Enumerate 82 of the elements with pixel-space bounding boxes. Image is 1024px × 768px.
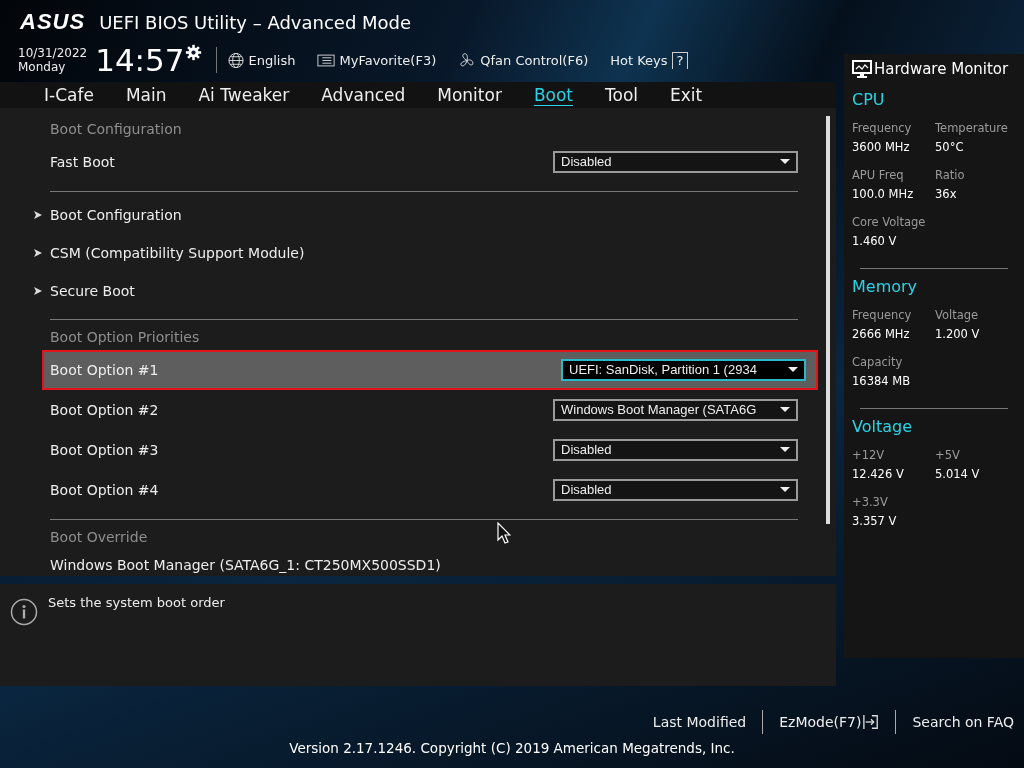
metric-label: +3.3V [852,495,889,509]
dropdown-field[interactable]: Disabled [553,478,798,501]
metric-label: Capacity [852,355,904,369]
selected-setting-row[interactable]: Boot Option #1 UEFI: SanDisk, Partition 1 (2934 [42,349,818,390]
caret-icon [780,446,790,453]
setting-row[interactable]: Boot Configuration [0,195,818,234]
footer-link[interactable]: Last Modified [652,714,747,730]
menu-tab[interactable]: Ai Tweaker [182,84,306,105]
scrollbar[interactable] [826,115,830,524]
metric-value: 1.460 V [852,234,898,248]
menu-tab[interactable]: Main [109,84,183,105]
metric-label: Temperature [935,121,1009,135]
caret-icon [788,366,798,373]
metric-value: 5.014 V [935,467,981,481]
metric-label: +12V [852,448,886,462]
dropdown-field[interactable]: Disabled [553,150,798,173]
arrow-icon [34,286,42,295]
menu-tab[interactable]: I-Cafe [28,84,110,105]
version-text: Version 2.17.1246. Copyright (C) 2019 American Megatrends, Inc. [289,740,735,756]
date-text: 10/31/2022 [18,46,88,60]
section-heading: Boot Option Priorities [50,327,200,347]
setting-row[interactable]: Fast Boot Disabled [0,141,818,182]
dropdown-field[interactable]: Windows Boot Manager (SATA6G [553,398,798,421]
metric-label: Frequency [852,121,913,135]
metric-value: 3.357 V [852,514,898,528]
footer-link[interactable]: Search on FAQ [912,714,1014,730]
panel-title: Hardware Monitor [874,60,1009,78]
exit-icon[interactable] [863,714,880,730]
toolbar-link[interactable]: Qfan Control(F6) [480,52,589,68]
monitor-icon [852,60,872,78]
toolbar-link[interactable]: English [248,52,296,68]
setting-row[interactable]: Secure Boot [0,271,818,310]
metric-value: 36x [935,187,958,201]
setting-row[interactable]: Boot Option #4 Disabled [0,469,818,510]
menu-tab[interactable]: Advanced [305,84,422,105]
metric-label: Ratio [935,168,966,182]
metric-label: APU Freq [852,168,905,182]
setting-row[interactable]: Windows Boot Manager (SATA6G_1: CT250MX500SSD1) [0,549,818,580]
metric-label: Frequency [852,308,913,322]
group-title: CPU [852,90,886,109]
group-title: Memory [852,277,919,296]
hot-keys-label[interactable]: Hot Keys [610,52,668,68]
caret-icon [780,406,790,413]
metric-value: 100.0 MHz [852,187,915,201]
window-title: UEFI BIOS Utility – Advanced Mode [99,11,412,33]
setting-row[interactable]: Boot Option #2 Windows Boot Manager (SATA6G [0,389,818,430]
group-title: Voltage [852,417,913,436]
info-icon [10,597,38,626]
setting-row[interactable]: CSM (Compatibility Support Module) [0,233,818,272]
footer-link[interactable]: EzMode(F7) [779,714,862,730]
metric-value: 2666 MHz [852,327,911,341]
day-text: Monday [18,60,67,74]
metric-label: +5V [935,448,961,462]
menu-tab[interactable]: Monitor [421,84,518,105]
metric-value: 50°C [935,140,965,154]
globe-icon[interactable] [226,51,245,69]
menu-tab[interactable]: Tool [589,84,655,105]
section-heading: Boot Configuration [50,119,182,139]
menu-tab[interactable]: Exit [654,84,719,105]
help-text: Sets the system boot order [48,594,225,610]
metric-value: 16384 MB [852,374,912,388]
caret-icon [780,158,790,165]
toolbar-link[interactable]: MyFavorite(F3) [339,52,437,68]
setting-row[interactable]: Boot Option #3 Disabled [0,429,818,470]
caret-icon [780,486,790,493]
metric-label: Voltage [935,308,980,322]
arrow-icon [34,210,42,219]
arrow-icon [34,248,42,257]
mouse-cursor-icon [497,521,511,544]
metric-value: 1.200 V [935,327,981,341]
list-icon[interactable] [317,51,336,69]
metric-value: 3600 MHz [852,140,911,154]
section-heading: Boot Override [50,527,148,547]
clock-time: 14:57 [95,42,185,78]
menu-tab[interactable]: Boot [517,84,590,105]
settings-icon[interactable] [184,44,202,61]
dropdown-field[interactable]: Disabled [553,438,798,461]
help-key[interactable]: ? [671,51,689,69]
metric-value: 12.426 V [852,467,905,481]
dropdown-field[interactable]: UEFI: SanDisk, Partition 1 (2934 [561,358,806,381]
metric-label: Core Voltage [852,215,927,229]
brand-logo: ASUS [20,9,86,35]
